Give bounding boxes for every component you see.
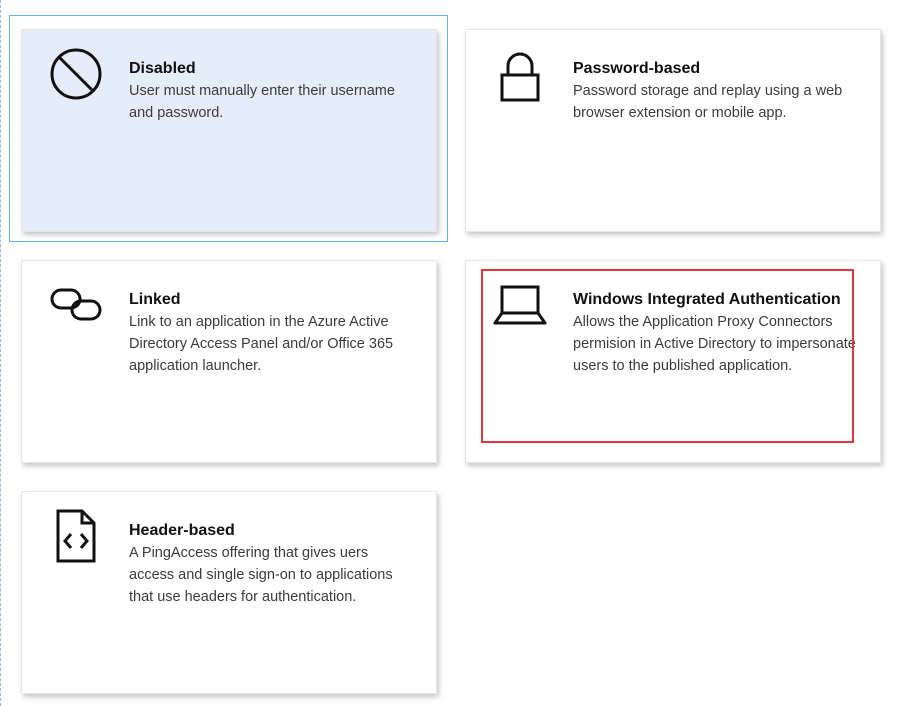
code-file-icon [48,508,104,564]
tile-description: Link to an application in the Azure Acti… [129,314,394,374]
tile-title: Header-based [129,522,235,539]
sso-option-windows-integrated-authentication[interactable]: Windows Integrated Authentication Allows… [465,260,881,463]
laptop-icon [492,277,548,333]
tile-title: Disabled [129,60,196,77]
sso-option-header-based[interactable]: Header-based A PingAccess offering that … [21,491,437,694]
tile-title: Windows Integrated Authentication [573,291,841,308]
tile-description: Allows the Application Proxy Connectors … [573,314,856,374]
tile-description: Password storage and replay using a web … [573,83,843,121]
sso-option-linked[interactable]: Linked Link to an application in the Azu… [21,260,437,463]
tile-title: Linked [129,291,181,308]
lock-icon [492,46,548,102]
disabled-icon [48,46,104,102]
sso-option-password-based[interactable]: Password-based Password storage and repl… [465,29,881,232]
sso-method-selector: Disabled User must manually enter their … [0,0,900,706]
sso-option-disabled[interactable]: Disabled User must manually enter their … [21,29,437,232]
left-divider [0,0,1,706]
tile-description: User must manually enter their username … [129,83,395,121]
tile-description: A PingAccess offering that gives uers ac… [129,545,393,605]
link-icon [48,277,104,333]
tile-title: Password-based [573,60,701,77]
